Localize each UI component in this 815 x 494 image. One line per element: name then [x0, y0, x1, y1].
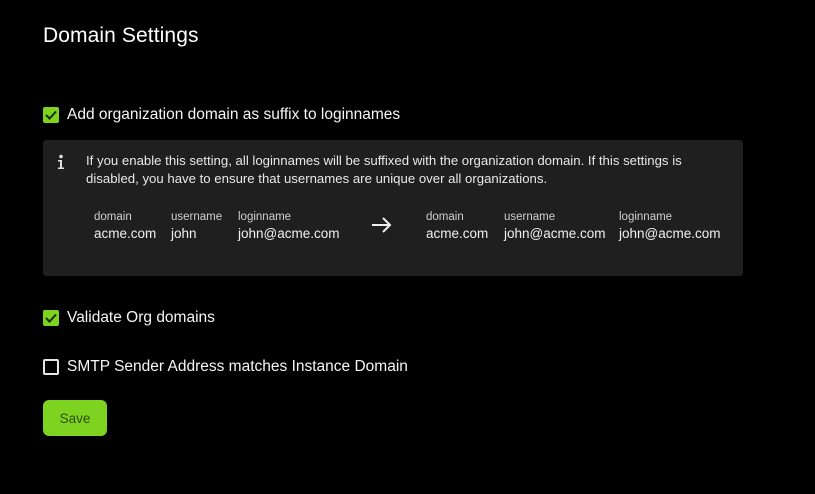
example-value: john@acme.com — [619, 226, 721, 241]
example-value: john — [171, 226, 197, 241]
example-before-loginname: loginname john@acme.com — [238, 210, 340, 243]
example-label: loginname — [238, 211, 292, 223]
info-icon — [58, 154, 64, 169]
example-label: domain — [426, 211, 464, 223]
smtp-sender-label: SMTP Sender Address matches Instance Dom… — [67, 358, 408, 375]
example-after-username: username john@acme.com — [504, 210, 606, 243]
checkbox-unchecked-icon[interactable] — [43, 359, 59, 375]
example-before-domain: domain acme.com — [94, 210, 156, 243]
example-after-loginname: loginname john@acme.com — [619, 210, 721, 243]
example-value: john@acme.com — [504, 226, 606, 241]
save-button[interactable]: Save — [43, 400, 107, 436]
suffix-info-panel: If you enable this setting, all loginnam… — [43, 140, 743, 276]
validate-org-domains-label: Validate Org domains — [67, 309, 215, 326]
smtp-sender-checkbox[interactable]: SMTP Sender Address matches Instance Dom… — [43, 358, 408, 376]
example-value: acme.com — [94, 226, 157, 241]
info-description: If you enable this setting, all loginnam… — [86, 153, 682, 186]
example-after-domain: domain acme.com — [426, 210, 488, 243]
example-label: loginname — [619, 211, 673, 223]
checkbox-checked-icon[interactable] — [43, 310, 59, 326]
arrow-right-icon — [372, 217, 392, 233]
example-label: username — [171, 211, 223, 223]
example-before-username: username john — [171, 210, 222, 243]
page-title: Domain Settings — [43, 24, 199, 47]
example-label: domain — [94, 211, 132, 223]
checkbox-checked-icon[interactable] — [43, 107, 59, 123]
example-value: acme.com — [426, 226, 489, 241]
example-value: john@acme.com — [238, 226, 340, 241]
suffix-loginnames-checkbox[interactable]: Add organization domain as suffix to log… — [43, 106, 400, 124]
suffix-loginnames-label: Add organization domain as suffix to log… — [67, 106, 401, 123]
validate-org-domains-checkbox[interactable]: Validate Org domains — [43, 309, 215, 327]
example-label: username — [504, 211, 556, 223]
